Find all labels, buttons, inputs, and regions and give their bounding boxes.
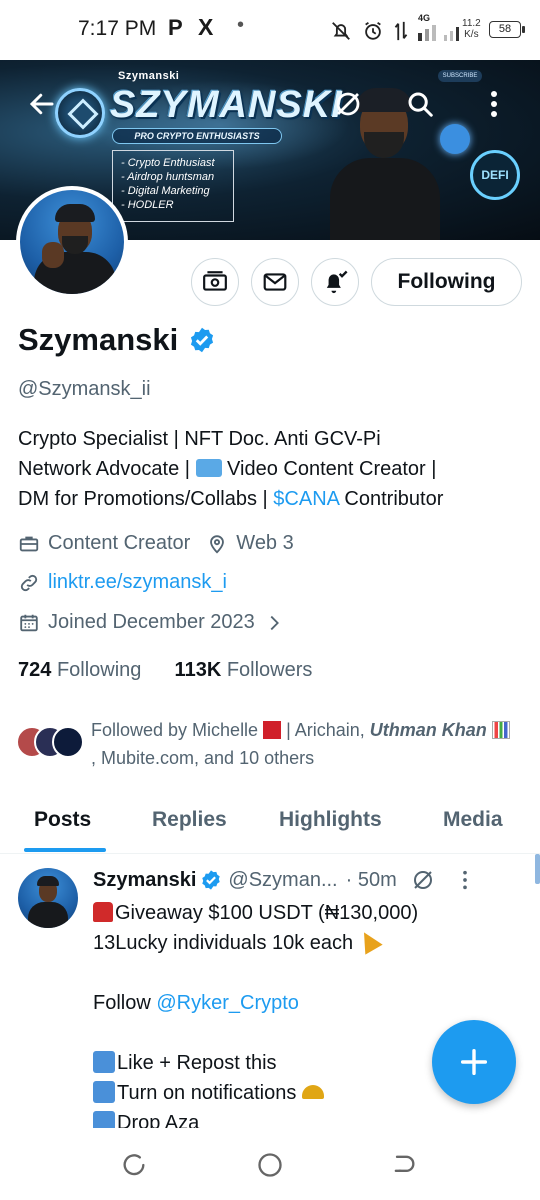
joined-date: Joined December 2023 bbox=[48, 611, 255, 633]
profile-bio: Crypto Specialist | NFT Doc. Anti GCV-Pi… bbox=[18, 428, 444, 510]
chevron-right-icon bbox=[270, 615, 279, 630]
follow-counts: 724 Following 113K Followers bbox=[18, 659, 312, 682]
system-navigation-bar bbox=[0, 1128, 540, 1200]
plus-icon bbox=[460, 1048, 488, 1076]
search-icon bbox=[408, 92, 433, 117]
siren-emoji-icon bbox=[93, 902, 113, 922]
notification-dot-icon: • bbox=[237, 14, 245, 36]
notification-bell-icon bbox=[326, 270, 348, 294]
followed-by-text: Followed by Michelle | Arichain, Uthman … bbox=[91, 716, 511, 772]
tip-icon bbox=[203, 271, 227, 291]
display-name: Szymanski bbox=[18, 322, 216, 358]
bell-emoji-icon bbox=[301, 1085, 324, 1099]
user-handle: @Szymansk_ii bbox=[18, 378, 151, 400]
tab-posts[interactable]: Posts bbox=[34, 808, 91, 832]
back-button[interactable] bbox=[22, 84, 62, 124]
post-timestamp: · 50m bbox=[345, 868, 397, 891]
battery-icon: 58 bbox=[489, 21, 525, 38]
post-author-name[interactable]: Szymanski bbox=[93, 869, 196, 892]
home-circle-icon bbox=[258, 1153, 282, 1177]
more-icon bbox=[491, 91, 497, 117]
verified-badge-icon bbox=[202, 870, 221, 890]
app-x-icon: X bbox=[198, 14, 214, 40]
search-button[interactable] bbox=[400, 84, 440, 124]
profile-avatar[interactable] bbox=[16, 186, 128, 298]
back-nav-button[interactable] bbox=[384, 1148, 424, 1182]
video-camera-emoji-icon bbox=[195, 459, 222, 477]
verified-badge-icon bbox=[191, 327, 214, 353]
banner-brand-title: SZYMANSKI bbox=[110, 84, 343, 126]
status-bar: 7:17 PM P X • 4G 11.2 K/s 58 bbox=[0, 0, 540, 60]
red-square-emoji-icon bbox=[263, 721, 282, 739]
profile-tabs: Posts Replies Highlights Media bbox=[0, 792, 540, 854]
post-text[interactable]: Giveaway $100 USDT (₦130,000) 13Lucky in… bbox=[93, 898, 523, 1138]
home-button[interactable] bbox=[250, 1148, 290, 1182]
message-icon bbox=[263, 273, 287, 291]
status-time: 7:17 PM bbox=[78, 17, 157, 40]
network-speed: 11.2 K/s bbox=[462, 18, 481, 40]
grok-button[interactable] bbox=[328, 84, 368, 124]
status-icons: 4G bbox=[330, 13, 468, 48]
website-link[interactable]: linktr.ee/szymansk_i bbox=[48, 571, 227, 594]
post-author-handle: @Szyman... bbox=[228, 868, 338, 891]
active-tab-indicator bbox=[24, 848, 106, 852]
grok-icon[interactable] bbox=[411, 868, 435, 892]
back-arrow-icon bbox=[29, 93, 54, 115]
signal-icon: 4G bbox=[418, 13, 468, 43]
scrollbar[interactable] bbox=[535, 854, 540, 884]
link-icon bbox=[20, 574, 38, 591]
following-count-link[interactable]: 724 Following bbox=[18, 659, 141, 681]
tab-highlights[interactable]: Highlights bbox=[279, 808, 382, 832]
category-item: Content Creator bbox=[18, 532, 190, 555]
banner-tagline: PRO CRYPTO ENTHUSIASTS bbox=[112, 128, 282, 144]
location-item: Web 3 bbox=[206, 532, 294, 555]
banner-brand-small: Szymanski bbox=[118, 70, 180, 82]
mention-link[interactable]: @Ryker_Crypto bbox=[156, 992, 299, 1014]
banner-logo bbox=[55, 88, 105, 138]
following-button[interactable]: Following bbox=[371, 258, 522, 306]
location-pin-icon bbox=[210, 534, 225, 554]
post-header: Szymanski @Szyman... · 50m bbox=[93, 866, 533, 894]
grok-icon bbox=[336, 92, 360, 116]
briefcase-icon bbox=[19, 536, 39, 551]
tab-replies[interactable]: Replies bbox=[152, 808, 227, 832]
alarm-icon bbox=[365, 21, 381, 40]
chart-emoji-icon bbox=[491, 721, 510, 739]
tab-media[interactable]: Media bbox=[443, 808, 503, 832]
tip-button[interactable] bbox=[191, 258, 239, 306]
followers-count-link[interactable]: 113K Followers bbox=[175, 659, 313, 681]
post-more-icon[interactable] bbox=[461, 869, 469, 891]
post-author-avatar[interactable] bbox=[18, 868, 78, 928]
keycap-1-emoji-icon bbox=[93, 1051, 115, 1073]
compose-button[interactable] bbox=[432, 1020, 516, 1104]
keycap-2-emoji-icon bbox=[93, 1081, 115, 1103]
party-popper-emoji-icon bbox=[355, 927, 383, 955]
follower-avatar bbox=[52, 726, 84, 758]
notification-button[interactable] bbox=[311, 258, 359, 306]
message-button[interactable] bbox=[251, 258, 299, 306]
network-label: 4G bbox=[418, 13, 431, 23]
banner-subscribe: SUBSCRIBE bbox=[438, 70, 482, 82]
profile-meta-row: Content Creator Web 3 bbox=[18, 532, 310, 555]
banner-bullets: - Crypto Enthusiast - Airdrop huntsman -… bbox=[112, 150, 234, 222]
calendar-icon bbox=[20, 614, 38, 631]
mute-bell-icon bbox=[332, 22, 350, 40]
cashtag-link[interactable]: $CANA bbox=[273, 488, 339, 510]
app-p-icon: P bbox=[168, 15, 183, 40]
defi-badge: DEFI bbox=[470, 150, 520, 200]
back-nav-icon bbox=[394, 1155, 415, 1172]
telegram-bubble-icon bbox=[440, 124, 470, 154]
recents-icon bbox=[123, 1154, 145, 1176]
website-row[interactable]: linktr.ee/szymansk_i bbox=[18, 571, 227, 594]
joined-row[interactable]: Joined December 2023 bbox=[18, 611, 293, 634]
data-transfer-icon bbox=[394, 21, 408, 41]
more-button[interactable] bbox=[474, 84, 514, 124]
recents-button[interactable] bbox=[114, 1148, 154, 1182]
